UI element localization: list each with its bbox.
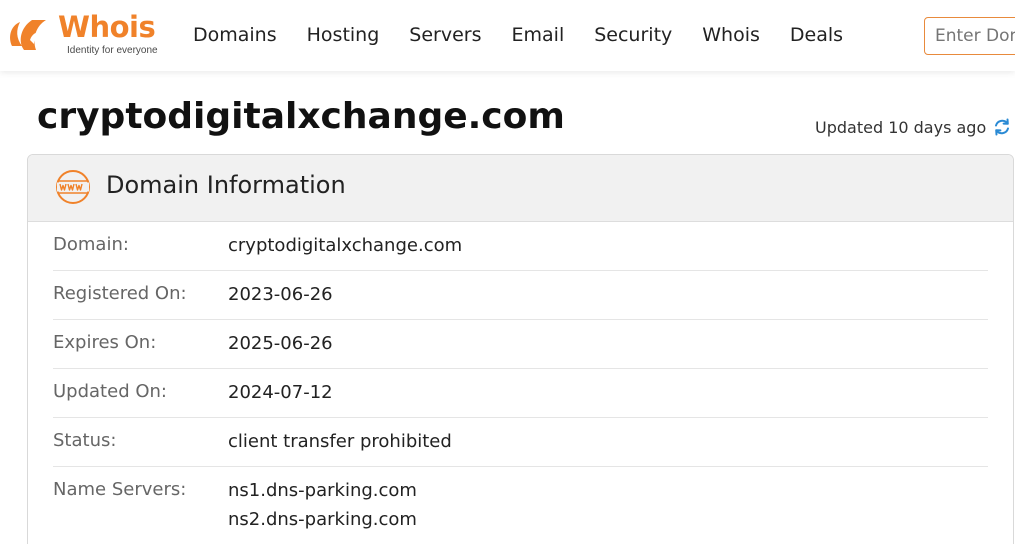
logo-mark-icon — [10, 20, 46, 50]
info-row-status: Status: client transfer prohibited — [53, 418, 988, 467]
info-row-name-servers: Name Servers: ns1.dns-parking.com ns2.dn… — [53, 467, 988, 544]
info-row-registered-on: Registered On: 2023-06-26 — [53, 271, 988, 320]
row-value: 2025-06-26 — [228, 333, 333, 354]
nav-item-email[interactable]: Email — [512, 24, 565, 46]
info-row-domain: Domain: cryptodigitalxchange.com — [53, 222, 988, 271]
row-label: Expires On: — [53, 332, 157, 353]
row-value: client transfer prohibited — [228, 431, 452, 452]
main-nav: Domains Hosting Servers Email Security W… — [193, 24, 873, 46]
row-label: Domain: — [53, 234, 129, 255]
row-label: Status: — [53, 430, 117, 451]
updated-text: Updated 10 days ago — [815, 117, 987, 137]
card-title: Domain Information — [106, 171, 346, 199]
row-label: Updated On: — [53, 381, 167, 402]
whois-logo[interactable]: Whois Identity for everyone — [6, 10, 166, 58]
top-navigation-bar: Whois Identity for everyone Domains Host… — [0, 0, 1015, 71]
nav-item-domains[interactable]: Domains — [193, 24, 277, 46]
nav-item-deals[interactable]: Deals — [790, 24, 843, 46]
nav-item-hosting[interactable]: Hosting — [307, 24, 380, 46]
row-label: Registered On: — [53, 283, 187, 304]
row-value: 2023-06-26 — [228, 284, 333, 305]
www-icon — [56, 170, 90, 204]
name-server-value: ns2.dns-parking.com — [228, 509, 417, 530]
logo-wordmark: Whois — [58, 10, 156, 44]
row-value: 2024-07-12 — [228, 382, 333, 403]
info-row-expires-on: Expires On: 2025-06-26 — [53, 320, 988, 369]
page-title: cryptodigitalxchange.com — [37, 96, 565, 137]
logo-tagline: Identity for everyone — [67, 45, 158, 56]
row-value: cryptodigitalxchange.com — [228, 235, 463, 256]
domain-search-input[interactable] — [924, 17, 1015, 55]
refresh-icon[interactable] — [992, 117, 1012, 137]
domain-information-card: Domain Information Domain: cryptodigital… — [27, 154, 1014, 544]
card-header: Domain Information — [28, 155, 1013, 222]
row-label: Name Servers: — [53, 479, 187, 500]
nav-item-whois[interactable]: Whois — [702, 24, 760, 46]
updated-status: Updated 10 days ago — [815, 117, 1012, 137]
nav-item-security[interactable]: Security — [594, 24, 672, 46]
info-row-updated-on: Updated On: 2024-07-12 — [53, 369, 988, 418]
nav-item-servers[interactable]: Servers — [409, 24, 481, 46]
name-server-value: ns1.dns-parking.com — [228, 480, 417, 501]
